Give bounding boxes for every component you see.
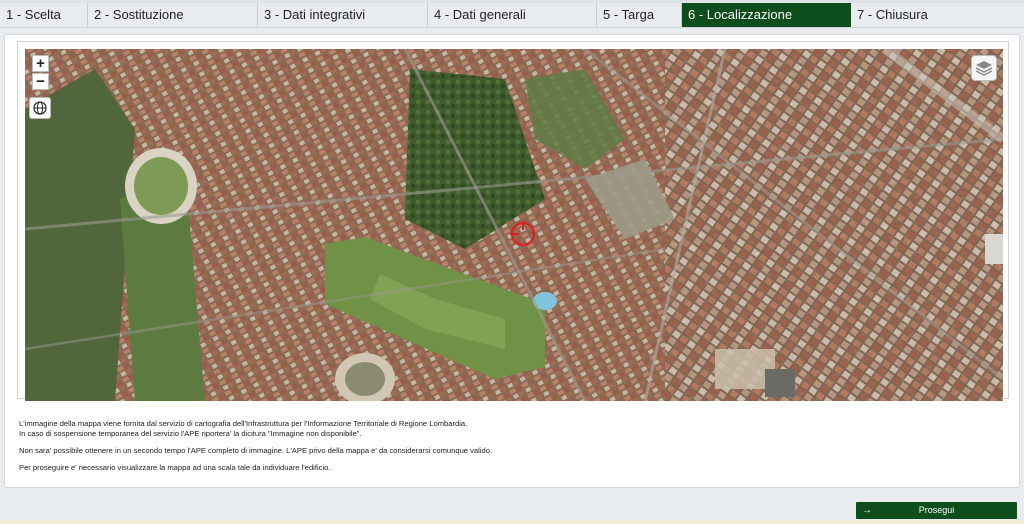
zoom-in-button[interactable]: + bbox=[32, 55, 49, 72]
satellite-map[interactable]: + − bbox=[25, 49, 1003, 401]
tab-localizzazione[interactable]: 6 - Localizzazione bbox=[682, 3, 851, 27]
tab-targa[interactable]: 5 - Targa bbox=[597, 3, 682, 27]
info-line-2: In caso di sospensione temporanea del se… bbox=[19, 429, 362, 438]
tab-sostituzione[interactable]: 2 - Sostituzione bbox=[88, 3, 258, 27]
content-panel: + − L'immagine della mappa viene fornita… bbox=[4, 34, 1020, 488]
globe-icon bbox=[33, 101, 47, 115]
tab-chiusura[interactable]: 7 - Chiusura bbox=[851, 3, 1024, 27]
tab-dati-integrativi[interactable]: 3 - Dati integrativi bbox=[258, 3, 428, 27]
zoom-out-button[interactable]: − bbox=[32, 73, 49, 90]
layers-icon bbox=[975, 61, 993, 76]
globe-button[interactable] bbox=[29, 97, 51, 119]
layers-button[interactable] bbox=[971, 55, 997, 81]
info-line-4: Per proseguire e' necessario visualizzar… bbox=[19, 463, 331, 472]
bottom-stripe bbox=[0, 520, 1024, 524]
prosegui-label: Prosegui bbox=[918, 505, 955, 515]
prosegui-button[interactable]: → Prosegui bbox=[856, 502, 1017, 519]
tab-scelta[interactable]: 1 - Scelta bbox=[0, 3, 88, 27]
location-marker-icon bbox=[510, 221, 536, 247]
map-frame: + − bbox=[17, 41, 1009, 401]
info-line-3: Non sara' possibile ottenere in un secon… bbox=[19, 446, 493, 455]
wizard-tabs: 1 - Scelta 2 - Sostituzione 3 - Dati int… bbox=[0, 3, 1024, 28]
info-line-1: L'immagine della mappa viene fornita dal… bbox=[19, 419, 468, 428]
info-text: L'immagine della mappa viene fornita dal… bbox=[19, 419, 999, 473]
tab-dati-generali[interactable]: 4 - Dati generali bbox=[428, 3, 597, 27]
